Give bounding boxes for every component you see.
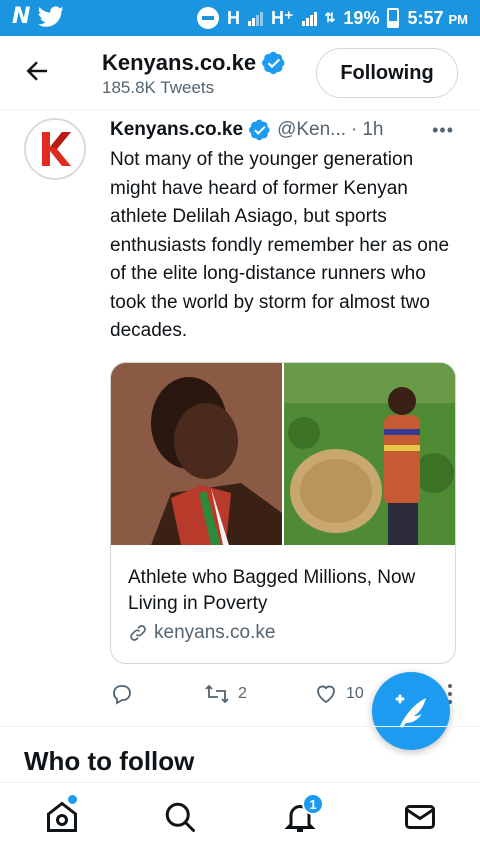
card-domain: kenyans.co.ke [154,622,276,643]
network-type-2: H⁺ [271,7,294,28]
compose-feather-icon [395,694,426,728]
like-count: 10 [346,685,364,702]
twitter-bird-icon [38,5,64,27]
status-right: H H⁺ ⇅ 19% 5:57 PM [197,0,468,36]
tweet-header: Kenyans.co.ke @Ken... · 1h ••• [110,118,460,142]
tweet-author-name[interactable]: Kenyans.co.ke [110,119,243,141]
signal-icon-1 [248,10,264,26]
verified-badge-icon [249,119,270,141]
link-card[interactable]: Athlete who Bagged Millions, Now Living … [110,362,456,664]
clock-time: 5:57 [407,7,444,28]
tweet-author-handle[interactable]: @Ken... [277,119,346,141]
reply-icon [113,685,131,705]
tweet-text: Not many of the younger generation might… [110,149,450,341]
retweet-count: 2 [238,685,247,702]
home-icon[interactable] [44,799,80,835]
tweet-count: 185.8K Tweets [102,78,215,97]
section-divider [0,726,480,727]
who-to-follow-heading: Who to follow [24,746,195,776]
tweet-separator: · [351,119,358,140]
signal-icon-2 [301,10,317,26]
notifications-badge: 1 [302,793,324,815]
tweet-timestamp[interactable]: 1h [362,119,383,141]
clock-ampm: PM [448,11,469,27]
profile-header: Kenyans.co.ke 185.8K Tweets Following [0,36,480,110]
heart-icon [317,685,335,704]
kenyans-logo-icon [26,120,84,178]
card-image-farm [284,363,455,545]
profile-title: Kenyans.co.ke [102,50,286,76]
verified-badge-icon [262,51,285,75]
do-not-disturb-icon [197,7,220,29]
status-bar: N H H⁺ ⇅ 19% 5:57 PM [0,0,480,36]
farm-photo-icon [284,363,455,545]
retweet-button[interactable]: 2 [204,682,247,706]
athlete-photo-icon [111,363,282,545]
data-arrows-icon: ⇅ [324,10,336,25]
following-button[interactable]: Following [316,48,458,98]
clock: 5:57 PM [407,8,468,29]
like-button[interactable]: 10 [314,682,364,706]
retweet-icon [205,684,229,704]
card-image [111,363,455,545]
avatar[interactable] [24,118,86,180]
search-icon[interactable] [162,799,198,835]
card-link[interactable]: kenyans.co.ke [128,622,275,644]
status-left: N [12,4,64,29]
card-image-athlete [111,363,284,545]
app-notification-icon: N [12,4,31,29]
reply-button[interactable] [110,682,142,706]
back-arrow-icon[interactable] [22,56,52,86]
network-type-1: H [227,7,241,28]
more-options-icon[interactable]: ••• [432,120,454,141]
home-unread-dot [68,795,77,804]
messages-envelope-icon[interactable] [402,799,438,835]
link-icon [130,625,146,641]
bottom-nav: 1 [0,782,480,854]
battery-icon [387,8,400,28]
compose-tweet-button[interactable] [372,672,450,750]
card-title: Athlete who Bagged Millions, Now Living … [128,567,416,614]
profile-name: Kenyans.co.ke [102,50,257,75]
battery-percent: 19% [343,7,380,28]
